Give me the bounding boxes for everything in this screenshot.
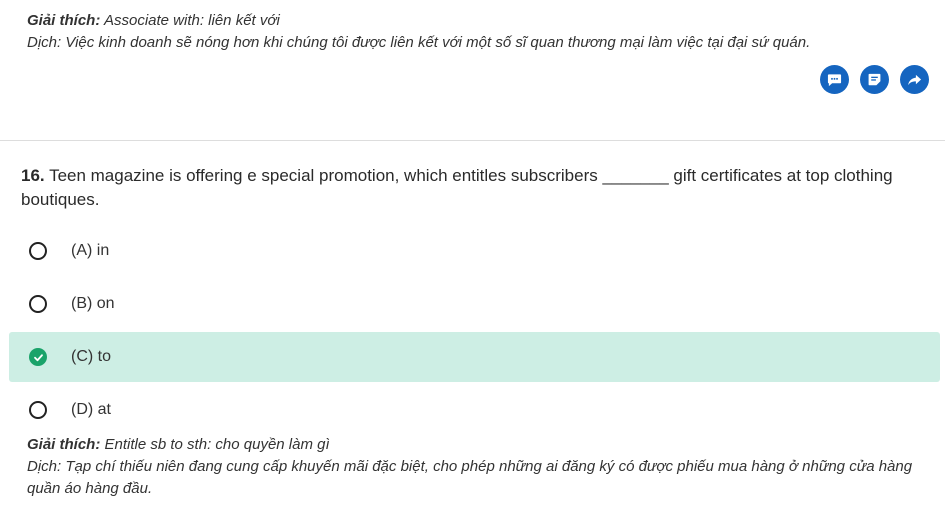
share-icon xyxy=(907,72,922,87)
explanation-term-text: Associate with: liên kết với xyxy=(103,12,280,29)
action-buttons xyxy=(820,65,929,94)
option-c[interactable]: (C) to xyxy=(9,332,940,382)
previous-explanation-translation: Dịch: Việc kinh doanh sẽ nóng hơn khi ch… xyxy=(27,34,811,51)
option-a[interactable]: (A) in xyxy=(9,226,940,276)
option-label: (A) in xyxy=(71,242,110,259)
comment-button[interactable] xyxy=(820,65,849,94)
quiz-page: Giải thích: Associate with: liên kết với… xyxy=(0,0,945,511)
option-label: (D) at xyxy=(71,401,111,418)
answer-explanation: Giải thích: Entitle sb to sth: cho quyền… xyxy=(27,434,932,500)
answer-explanation-translation: Dịch: Tạp chí thiếu niên đang cung cấp k… xyxy=(27,458,913,497)
section-divider xyxy=(0,140,945,141)
option-b[interactable]: (B) on xyxy=(9,279,940,329)
radio-icon[interactable] xyxy=(29,401,47,419)
option-d[interactable]: (D) at xyxy=(9,385,940,435)
previous-explanation-term: Giải thích: Associate with: liên kết với xyxy=(27,10,927,32)
comment-icon xyxy=(827,72,842,87)
explanation-term-text: Entitle sb to sth: cho quyền làm gì xyxy=(104,436,330,453)
question-stem: Teen magazine is offering e special prom… xyxy=(21,166,893,209)
note-button[interactable] xyxy=(860,65,889,94)
explanation-label: Giải thích: xyxy=(27,12,101,29)
answer-explanation-term: Giải thích: Entitle sb to sth: cho quyền… xyxy=(27,434,932,456)
question-text: 16. Teen magazine is offering e special … xyxy=(21,164,921,212)
note-icon xyxy=(867,72,882,87)
question-number: 16. xyxy=(21,166,45,185)
check-circle-icon xyxy=(29,348,47,366)
radio-icon[interactable] xyxy=(29,242,47,260)
previous-explanation: Giải thích: Associate with: liên kết với… xyxy=(27,10,927,54)
radio-icon[interactable] xyxy=(29,295,47,313)
option-label: (B) on xyxy=(71,295,115,312)
share-button[interactable] xyxy=(900,65,929,94)
option-label: (C) to xyxy=(71,348,111,365)
explanation-label: Giải thích: xyxy=(27,436,101,453)
